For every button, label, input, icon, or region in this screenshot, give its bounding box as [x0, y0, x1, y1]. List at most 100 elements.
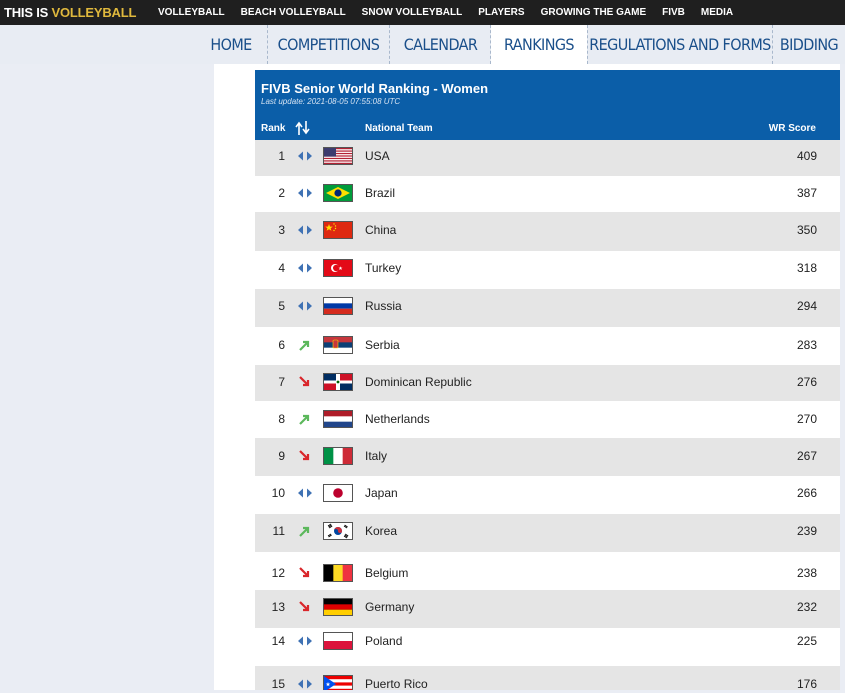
- ranking-row[interactable]: 14 Poland 225: [255, 628, 840, 666]
- ranking-row[interactable]: 13 Germany 232: [255, 590, 840, 628]
- team-name[interactable]: Japan: [365, 486, 398, 500]
- trend-same-icon: [298, 225, 312, 235]
- wr-score: 270: [796, 412, 817, 426]
- brand-name: VOLLEYBALL: [51, 5, 137, 20]
- team-name[interactable]: Serbia: [365, 338, 400, 352]
- nav-separator: [389, 25, 390, 64]
- top-nav-item[interactable]: VOLLEYBALL: [158, 7, 225, 18]
- nav-tab-rankings[interactable]: RANKINGS: [491, 25, 587, 64]
- column-header-rank[interactable]: Rank: [261, 123, 285, 134]
- wr-score: 283: [796, 338, 817, 352]
- wr-score: 318: [796, 261, 817, 275]
- ranking-row[interactable]: 1 USA 409: [255, 140, 840, 176]
- sort-arrows-icon[interactable]: [295, 120, 313, 136]
- team-name[interactable]: Belgium: [365, 566, 408, 580]
- korea-flag: [323, 522, 353, 540]
- turkey-flag: [323, 259, 353, 277]
- wr-score: 232: [796, 600, 817, 614]
- wr-score: 266: [796, 486, 817, 500]
- wr-score: 176: [796, 677, 817, 690]
- rank-cell: 5: [278, 299, 285, 313]
- ranking-row[interactable]: 15 Puerto Rico 176: [255, 666, 840, 690]
- wr-score: 267: [796, 449, 817, 463]
- rank-cell: 11: [272, 524, 285, 538]
- top-nav: VOLLEYBALL BEACH VOLLEYBALL SNOW VOLLEYBAL…: [150, 0, 741, 25]
- trend-same-icon: [298, 188, 312, 198]
- team-name[interactable]: Korea: [365, 524, 397, 538]
- dominican-republic-flag: [323, 373, 353, 391]
- rank-cell: 4: [278, 261, 285, 275]
- ranking-row[interactable]: 7 Dominican Republic 276: [255, 365, 840, 401]
- trend-same-icon: [298, 263, 312, 273]
- column-header-team[interactable]: National Team: [365, 123, 433, 134]
- ranking-row[interactable]: 12 Belgium 238: [255, 552, 840, 590]
- rank-cell: 8: [278, 412, 285, 426]
- trend-down-icon: [299, 450, 310, 461]
- serbia-flag: [323, 336, 353, 354]
- team-name[interactable]: Netherlands: [365, 412, 430, 426]
- ranking-row[interactable]: 5 Russia 294: [255, 289, 840, 327]
- wr-score: 294: [796, 299, 817, 313]
- column-header-score[interactable]: WR Score: [769, 123, 816, 134]
- wr-score: 225: [796, 634, 817, 648]
- top-nav-item[interactable]: FIVB: [662, 7, 685, 18]
- ranking-row[interactable]: 2 Brazil 387: [255, 176, 840, 212]
- belgium-flag: [323, 564, 353, 582]
- brand-logo[interactable]: THIS IS VOLLEYBALL: [4, 5, 136, 21]
- trend-down-icon: [299, 567, 310, 578]
- team-name[interactable]: USA: [365, 149, 390, 163]
- trend-up-icon: [299, 340, 310, 351]
- wr-score: 387: [796, 186, 817, 200]
- team-name[interactable]: Dominican Republic: [365, 375, 472, 389]
- brand-prefix: THIS IS: [4, 5, 52, 20]
- rank-cell: 7: [278, 375, 285, 389]
- china-flag: [323, 221, 353, 239]
- trend-up-icon: [299, 526, 310, 537]
- top-bar: THIS IS VOLLEYBALL VOLLEYBALL BEACH VOLLE…: [0, 0, 845, 25]
- top-nav-item[interactable]: MEDIA: [701, 7, 733, 18]
- ranking-panel: FIVB Senior World Ranking - Women Last u…: [255, 70, 840, 690]
- ranking-row[interactable]: 6 Serbia 283: [255, 327, 840, 365]
- usa-flag: [323, 147, 353, 165]
- rank-cell: 9: [278, 449, 285, 463]
- nav-tab-bidding[interactable]: BIDDING: [773, 25, 845, 64]
- ranking-title: FIVB Senior World Ranking - Women: [261, 81, 489, 96]
- trend-same-icon: [298, 679, 312, 689]
- wr-score: 238: [796, 566, 817, 580]
- ranking-row[interactable]: 8 Netherlands 270: [255, 401, 840, 438]
- brazil-flag: [323, 184, 353, 202]
- nav-tab-home[interactable]: HOME: [199, 25, 263, 64]
- nav-tab-calendar[interactable]: CALENDAR: [390, 25, 491, 64]
- nav-tab-competitions[interactable]: COMPETITIONS: [268, 25, 389, 64]
- ranking-row[interactable]: 3 China 350: [255, 212, 840, 251]
- wr-score: 276: [796, 375, 817, 389]
- top-nav-item[interactable]: PLAYERS: [478, 7, 524, 18]
- ranking-row[interactable]: 10 Japan 266: [255, 476, 840, 514]
- nav-separator: [267, 25, 268, 64]
- team-name[interactable]: Poland: [365, 634, 402, 648]
- team-name[interactable]: China: [365, 223, 396, 237]
- rank-cell: 10: [271, 486, 285, 500]
- nav-tab-regulations-and-forms[interactable]: REGULATIONS AND FORMS: [588, 25, 772, 64]
- team-name[interactable]: Italy: [365, 449, 387, 463]
- japan-flag: [323, 484, 353, 502]
- rank-cell: 14: [271, 634, 285, 648]
- trend-down-icon: [299, 376, 310, 387]
- poland-flag: [323, 632, 353, 650]
- rank-cell: 3: [278, 223, 285, 237]
- rank-cell: 2: [278, 186, 285, 200]
- team-name[interactable]: Brazil: [365, 186, 395, 200]
- team-name[interactable]: Puerto Rico: [365, 677, 428, 690]
- puerto-rico-flag: [323, 675, 353, 690]
- team-name[interactable]: Turkey: [365, 261, 401, 275]
- ranking-row[interactable]: 11 Korea 239: [255, 514, 840, 552]
- top-nav-item[interactable]: SNOW VOLLEYBALL: [362, 7, 463, 18]
- ranking-row[interactable]: 9 Italy 267: [255, 438, 840, 476]
- team-name[interactable]: Russia: [365, 299, 402, 313]
- ranking-row[interactable]: 4 Turkey 318: [255, 251, 840, 289]
- rank-cell: 13: [271, 600, 285, 614]
- top-nav-item[interactable]: BEACH VOLLEYBALL: [241, 7, 346, 18]
- top-nav-item[interactable]: GROWING THE GAME: [541, 7, 647, 18]
- team-name[interactable]: Germany: [365, 600, 414, 614]
- rank-cell: 6: [278, 338, 285, 352]
